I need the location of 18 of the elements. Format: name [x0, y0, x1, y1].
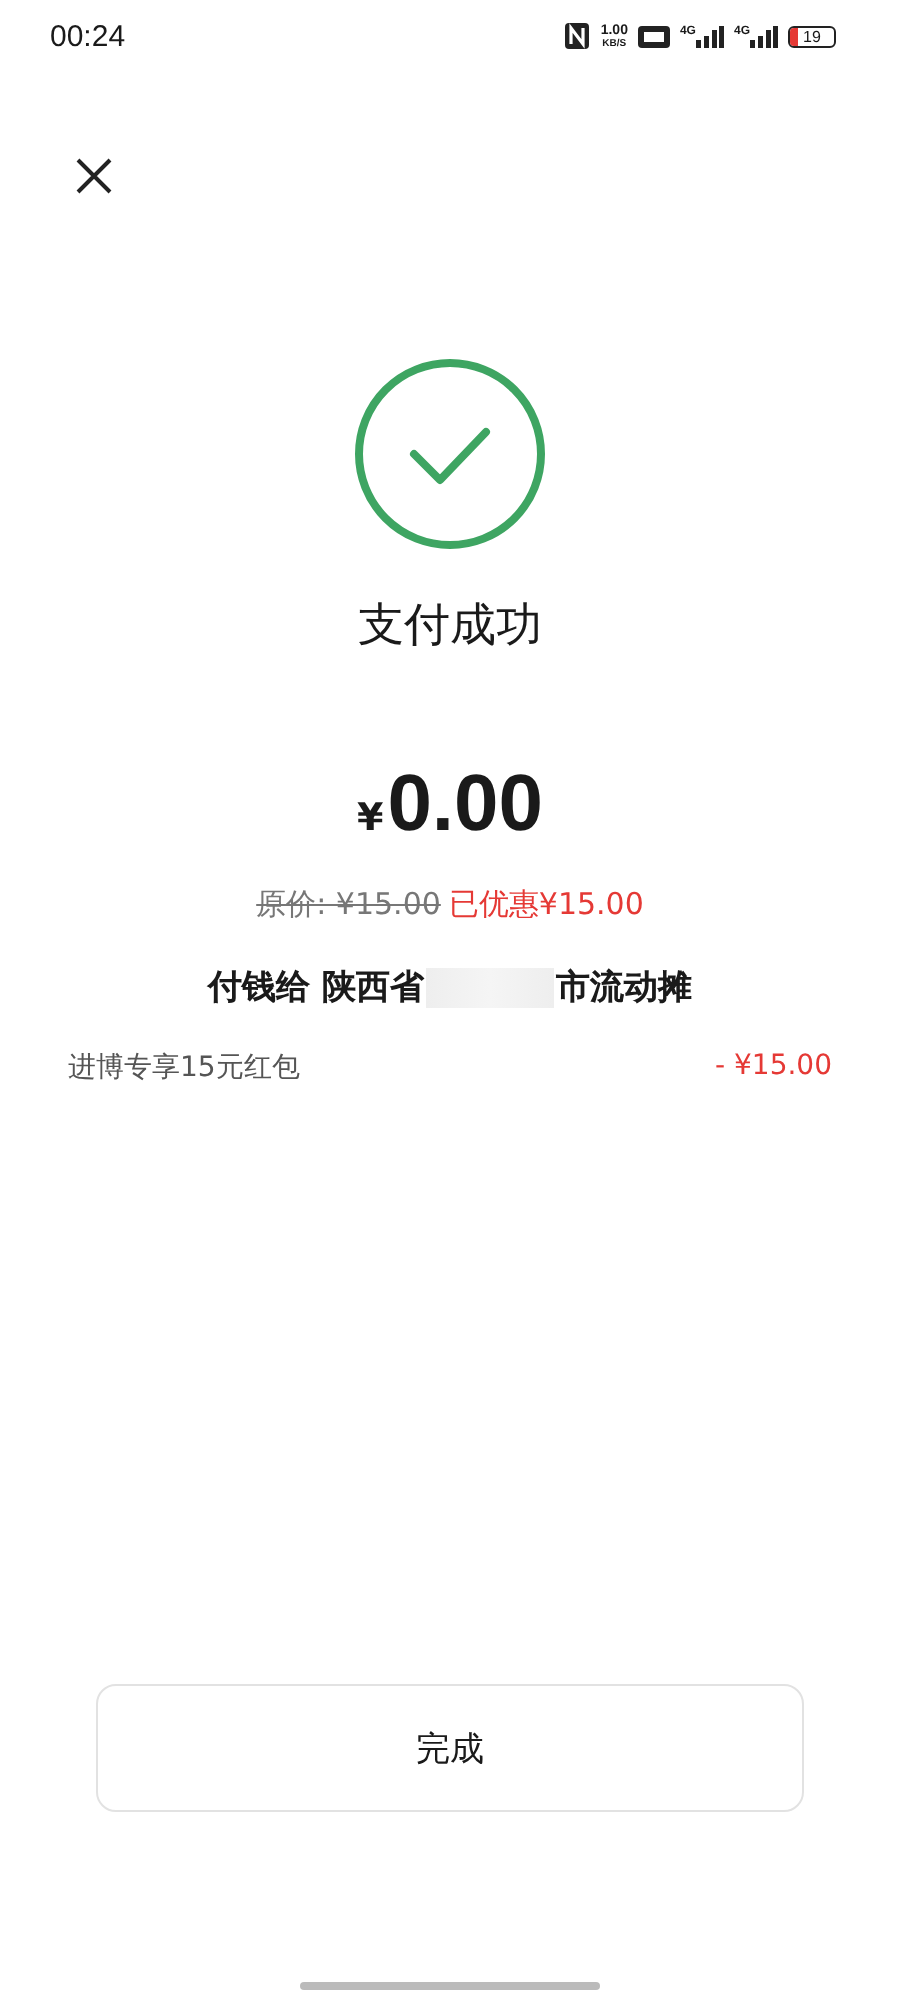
- discount-amount: 已优惠¥15.00: [448, 886, 644, 924]
- signal-icon: [695, 25, 724, 47]
- currency-symbol: ¥: [356, 796, 384, 840]
- amount-value: 0.00: [387, 760, 544, 850]
- discount-value: - ¥15.00: [715, 1050, 832, 1086]
- signal-icon: [750, 25, 778, 47]
- payee-suffix: 市流动摊: [555, 966, 692, 1010]
- status-time: 00:24: [50, 19, 126, 53]
- discount-label: 进博专享15元红包: [68, 1050, 300, 1086]
- hd-icon: [637, 25, 670, 47]
- success-check-icon: [354, 358, 546, 550]
- close-icon[interactable]: [74, 156, 114, 196]
- nfc-icon: [564, 22, 591, 50]
- original-price: 原价: ¥15.00: [256, 886, 441, 924]
- payee-prefix: 付钱给 陕西省: [208, 966, 424, 1010]
- battery-text: 19: [803, 27, 821, 45]
- payment-status-title: 支付成功: [358, 598, 542, 656]
- done-button[interactable]: 完成: [96, 1684, 804, 1812]
